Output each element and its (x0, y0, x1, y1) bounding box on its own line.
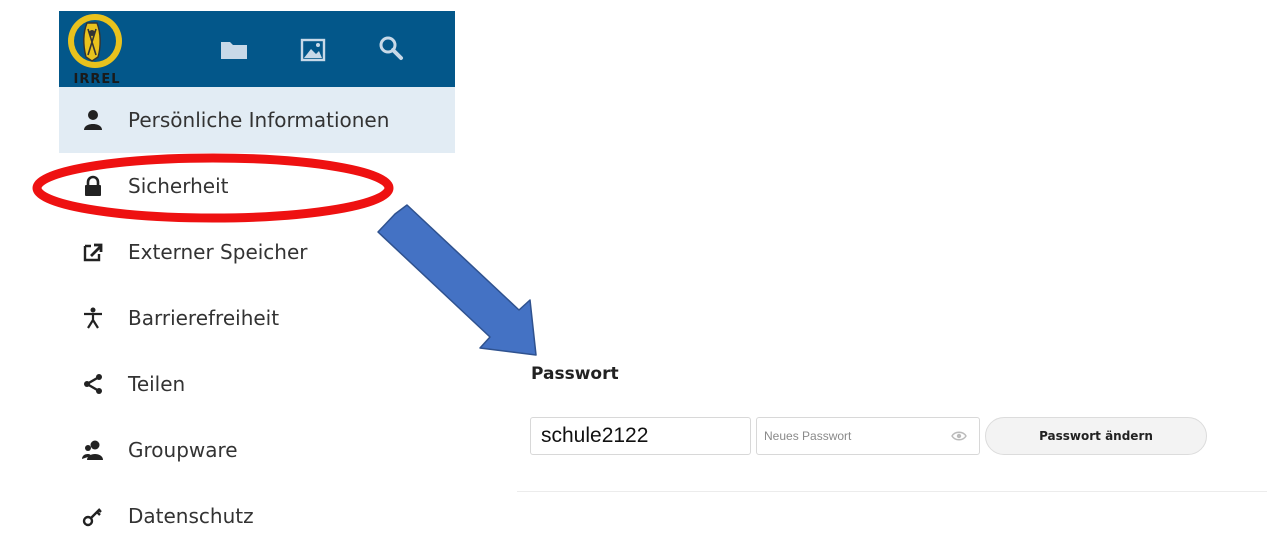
section-divider (517, 491, 1267, 492)
photos-icon[interactable] (298, 35, 328, 65)
privacy-key-icon (79, 502, 107, 530)
logo-text: IRREL (73, 72, 121, 87)
sidebar-item-label: Barrierefreiheit (128, 306, 280, 330)
sidebar-item-groupware[interactable]: Groupware (59, 417, 455, 483)
password-section-title: Passwort (531, 364, 619, 384)
sidebar-item-security[interactable]: Sicherheit (59, 153, 455, 219)
sidebar-item-external-storage[interactable]: Externer Speicher (59, 219, 455, 285)
sidebar-item-label: Sicherheit (128, 174, 229, 198)
school-logo[interactable]: IRREL (59, 11, 139, 87)
sidebar-item-personal-info[interactable]: Persönliche Informationen (59, 87, 455, 153)
current-password-field[interactable] (530, 417, 751, 455)
external-storage-icon (79, 238, 107, 266)
new-password-wrapper (756, 417, 980, 455)
sidebar-item-label: Externer Speicher (128, 240, 308, 264)
change-password-button[interactable]: Passwort ändern (985, 417, 1207, 455)
sidebar-item-label: Teilen (128, 372, 186, 396)
user-icon (79, 106, 107, 134)
search-icon[interactable] (377, 35, 407, 65)
sidebar-item-sharing[interactable]: Teilen (59, 351, 455, 417)
groupware-icon (79, 436, 107, 464)
sidebar-item-privacy[interactable]: Datenschutz (59, 483, 455, 549)
sidebar-item-accessibility[interactable]: Barrierefreiheit (59, 285, 455, 351)
share-icon (79, 370, 107, 398)
new-password-field[interactable] (757, 418, 949, 454)
show-password-eye-icon[interactable] (951, 429, 967, 443)
app-header: IRREL (59, 11, 455, 87)
sidebar-item-label: Persönliche Informationen (128, 108, 390, 132)
sidebar-item-label: Datenschutz (128, 504, 254, 528)
sidebar-item-label: Groupware (128, 438, 238, 462)
files-icon[interactable] (219, 35, 249, 65)
school-crest-icon (68, 14, 122, 68)
settings-sidebar: Persönliche Informationen Sicherheit Ext… (59, 87, 455, 549)
lock-icon (79, 172, 107, 200)
accessibility-icon (79, 304, 107, 332)
